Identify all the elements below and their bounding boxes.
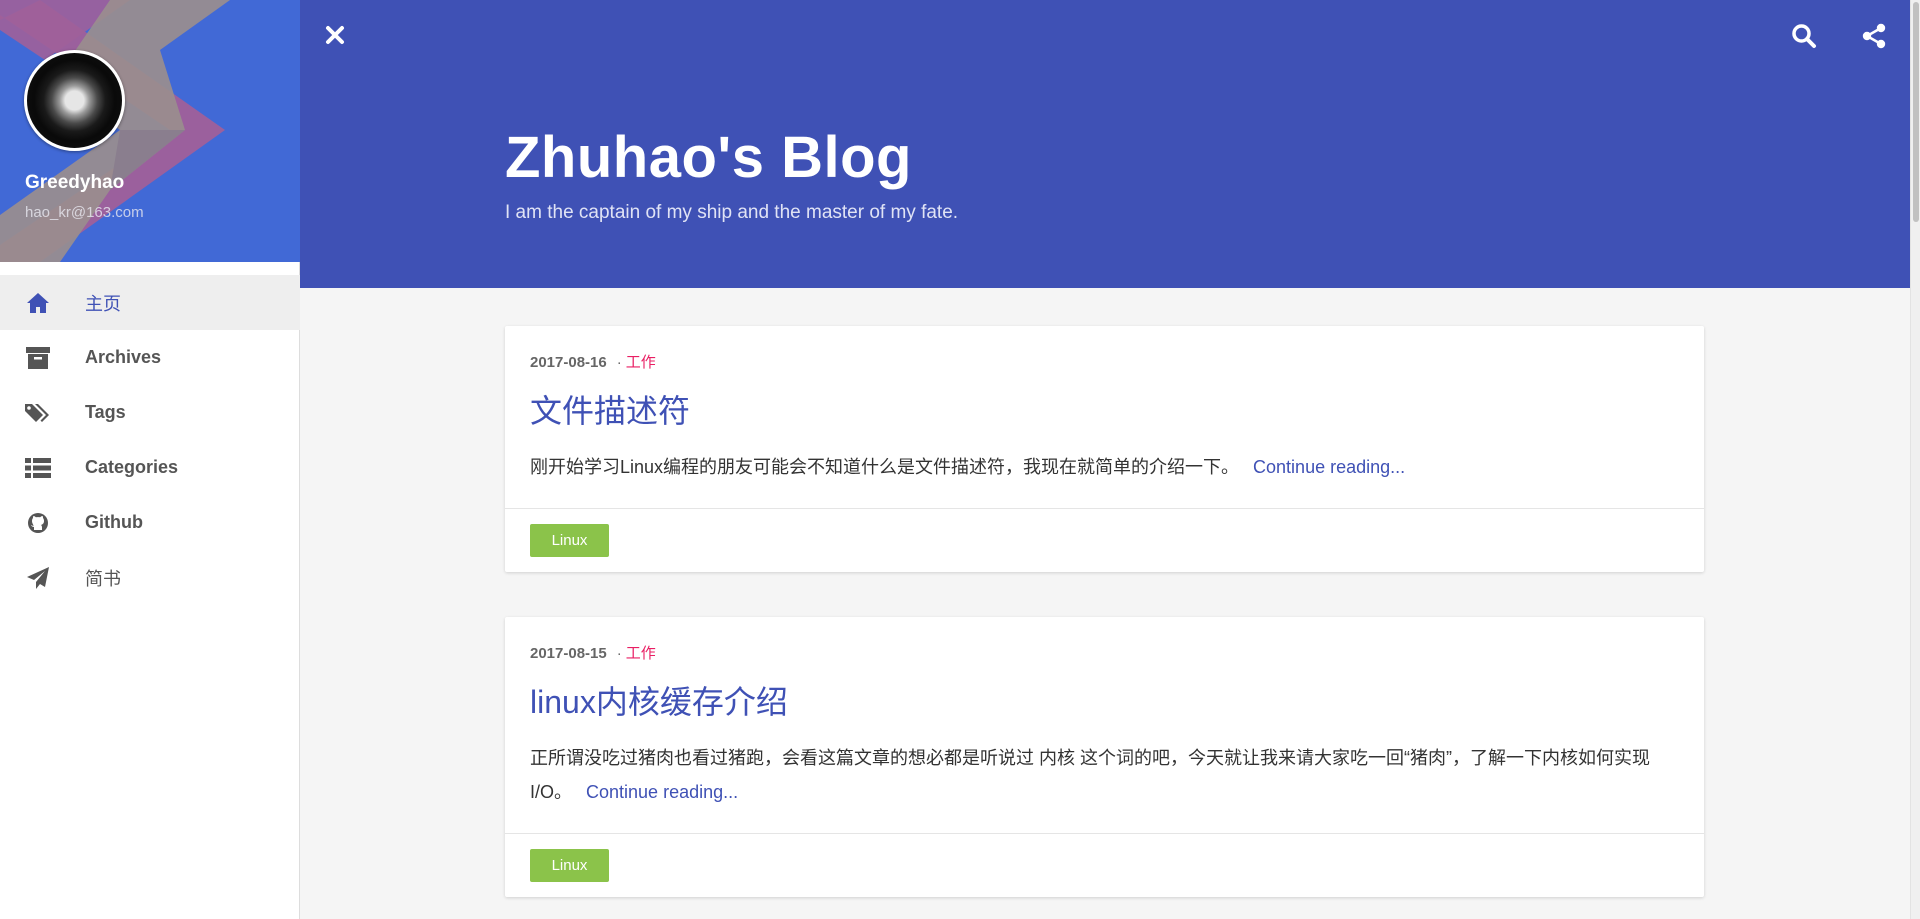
sidebar-item-label: Github (85, 512, 143, 532)
meta-separator: · (616, 354, 622, 371)
post-excerpt: 正所谓没吃过猪肉也看过猪跑，会看这篇文章的想必都是听说过 内核 这个词的吧，今天… (530, 741, 1679, 809)
post-card: 2017-08-16 · 工作 文件描述符 刚开始学习Linux编程的朋友可能会不知… (505, 326, 1704, 572)
sidebar-header: Greedyhao hao_kr@163.com (0, 0, 300, 262)
post-meta: 2017-08-15 · 工作 (530, 617, 1679, 663)
sidebar-item-tags[interactable]: Tags (0, 385, 300, 440)
sidebar-nav: 主页 Archives Tags Categories Github 简书 (0, 275, 300, 605)
page-subtitle: I am the captain of my ship and the mast… (505, 202, 959, 223)
tags-icon (25, 400, 51, 426)
post-card: 2017-08-15 · 工作 linux内核缓存介绍 正所谓没吃过猪肉也看过猪跑，… (505, 617, 1704, 897)
post-category-link[interactable]: 工作 (626, 645, 656, 662)
post-footer: Linux (505, 508, 1704, 572)
sidebar-item-categories[interactable]: Categories (0, 440, 300, 495)
avatar[interactable] (24, 50, 125, 151)
sidebar-item-archives[interactable]: Archives (0, 330, 300, 385)
scrollbar[interactable] (1910, 0, 1920, 919)
user-email: hao_kr@163.com (25, 204, 144, 221)
paper-plane-icon (25, 565, 51, 591)
close-icon (326, 26, 344, 44)
post-date: 2017-08-16 (530, 354, 607, 371)
sidebar-item-label: Archives (85, 347, 162, 367)
sidebar-item-github[interactable]: Github (0, 495, 300, 550)
post-meta: 2017-08-16 · 工作 (530, 326, 1679, 372)
list-icon (25, 455, 51, 481)
post-category-link[interactable]: 工作 (626, 354, 656, 371)
post-title-link[interactable]: linux内核缓存介绍 (530, 677, 1679, 723)
continue-reading-link[interactable]: Continue reading... (586, 782, 738, 802)
tag-badge[interactable]: Linux (530, 849, 609, 882)
sidebar: Greedyhao hao_kr@163.com 主页 Archives Tag… (0, 0, 300, 919)
home-icon (25, 290, 51, 316)
post-excerpt-text: 刚开始学习Linux编程的朋友可能会不知道什么是文件描述符，我现在就简单的介绍一… (530, 457, 1240, 477)
share-icon (1862, 23, 1886, 49)
post-body: 2017-08-15 · 工作 linux内核缓存介绍 正所谓没吃过猪肉也看过猪跑，… (505, 617, 1704, 833)
post-footer: Linux (505, 833, 1704, 897)
share-button[interactable] (1860, 22, 1888, 50)
post-date: 2017-08-15 (530, 645, 607, 662)
user-name: Greedyhao (25, 172, 125, 193)
page-title: Zhuhao's Blog (505, 125, 912, 190)
archive-icon (25, 345, 51, 371)
sidebar-item-jianshu[interactable]: 简书 (0, 550, 300, 605)
sidebar-item-label: Tags (85, 402, 126, 422)
search-button[interactable] (1790, 22, 1818, 50)
post-body: 2017-08-16 · 工作 文件描述符 刚开始学习Linux编程的朋友可能会不知… (505, 326, 1704, 508)
tag-badge[interactable]: Linux (530, 524, 609, 557)
github-icon (25, 510, 51, 536)
sidebar-item-home[interactable]: 主页 (0, 275, 300, 330)
close-button[interactable] (322, 22, 348, 48)
post-title-link[interactable]: 文件描述符 (530, 386, 1679, 432)
sidebar-item-label: 简书 (85, 568, 121, 589)
search-icon (1792, 24, 1816, 48)
meta-separator: · (616, 645, 622, 662)
post-excerpt: 刚开始学习Linux编程的朋友可能会不知道什么是文件描述符，我现在就简单的介绍一… (530, 450, 1679, 484)
sidebar-item-label: 主页 (85, 293, 121, 314)
blog-header: Zhuhao's Blog I am the captain of my shi… (300, 0, 1910, 288)
scrollbar-thumb[interactable] (1913, 2, 1919, 222)
continue-reading-link[interactable]: Continue reading... (1253, 457, 1405, 477)
sidebar-item-label: Categories (85, 457, 179, 477)
